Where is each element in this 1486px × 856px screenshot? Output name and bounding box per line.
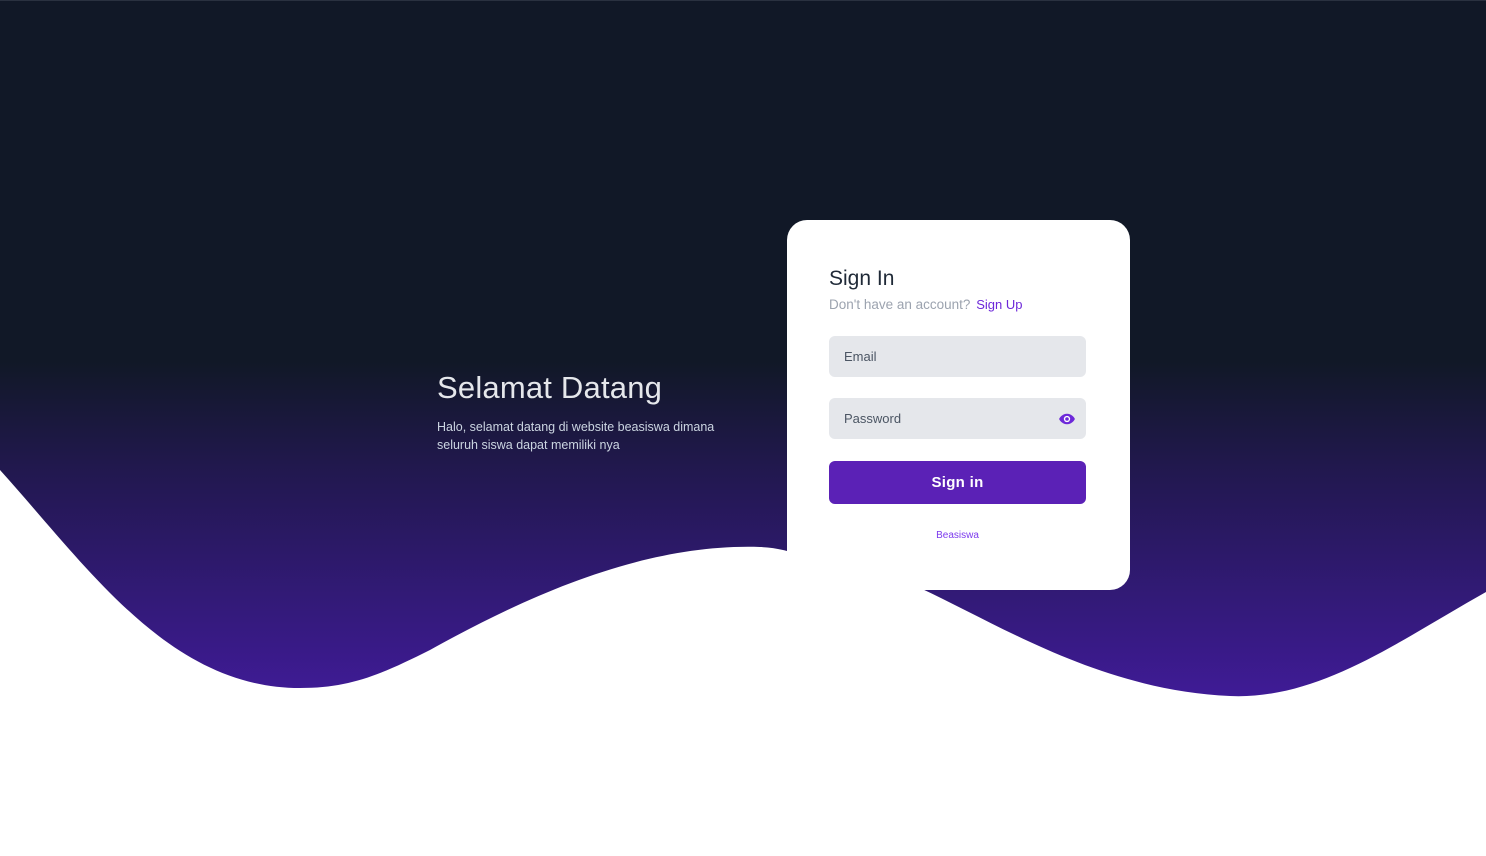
welcome-title: Selamat Datang [437,370,663,405]
welcome-subtitle: Halo, selamat datang di website beasiswa… [437,420,715,452]
signin-button[interactable]: Sign in [829,461,1086,504]
signup-prompt-text: Don't have an account? [829,297,971,312]
eye-icon[interactable] [1058,410,1076,428]
signup-link[interactable]: Sign Up [976,297,1022,312]
password-field[interactable] [829,398,1086,439]
signup-prompt: Don't have an account? Sign Up [829,296,1088,314]
password-field-wrapper [829,398,1086,439]
signin-title: Sign In [829,267,895,290]
signin-card: Sign In Don't have an account? Sign Up S… [787,220,1130,590]
welcome-section: Selamat Datang Halo, selamat datang di w… [437,368,737,454]
login-page: Selamat Datang Halo, selamat datang di w… [0,0,1486,856]
email-field-wrapper [829,336,1086,377]
email-field[interactable] [829,336,1086,377]
background-wave [0,0,1486,856]
beasiswa-link[interactable]: Beasiswa [829,530,1086,541]
